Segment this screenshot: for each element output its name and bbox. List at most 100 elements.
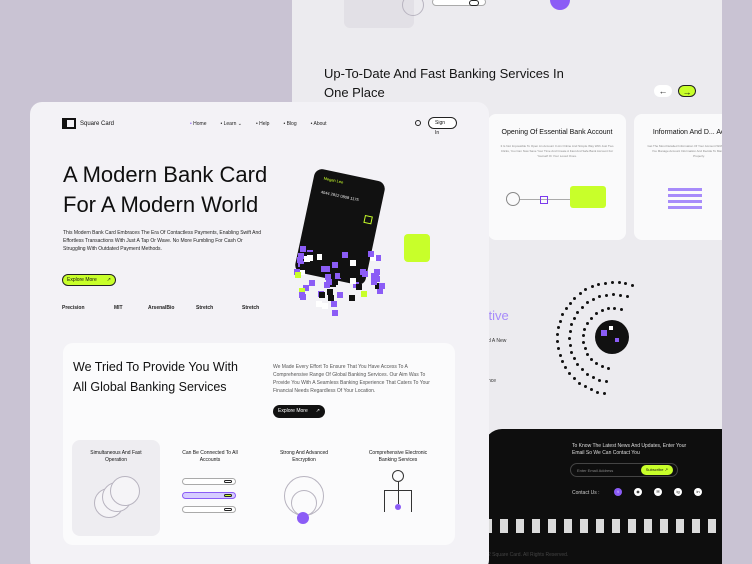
next-arrow-button[interactable]: → (678, 85, 696, 97)
card-holder: Megan Lee (323, 175, 344, 185)
sign-in-button[interactable]: Sign In (428, 117, 457, 136)
pixel-square (339, 272, 346, 279)
pixel-square (349, 277, 356, 284)
orbit-dot (605, 293, 609, 297)
orbit-dot (590, 285, 594, 289)
service-card-text: It Is Not Impossible To Open An Account … (500, 144, 614, 158)
feature-card-encryption: Strong And Advanced Encryption (260, 440, 348, 536)
nav-item-about[interactable]: • About (311, 121, 327, 127)
navbar: Square Card • Home • Learn ⌄ • Help • Bl… (62, 117, 457, 136)
explore-more-button[interactable]: Explore More ↗ (273, 405, 325, 418)
nav-item-blog[interactable]: • Blog (283, 121, 296, 127)
bank-card: Megan Lee 4044 2822 0808 1175 (293, 167, 387, 287)
orbit-dot (617, 281, 621, 285)
nav-item-home[interactable]: • Home (190, 121, 206, 127)
service-card-account: Opening Of Essential Bank Account It Is … (488, 114, 626, 240)
button-label: Explore More (67, 277, 97, 283)
pixel-square (362, 270, 369, 277)
nav-item-learn[interactable]: • Learn ⌄ (220, 121, 242, 127)
service-card-title: Opening Of Essential Bank Account (501, 129, 613, 136)
services-description: We Made Every Effort To Ensure That You … (273, 364, 430, 394)
arrow-icon: ↗ (664, 467, 668, 472)
mail-icon[interactable]: ✉ (654, 488, 662, 496)
brand-logo: Precision (62, 305, 85, 311)
orbit-dot (568, 330, 572, 334)
hero-description: This Modern Bank Card Embraces The Era O… (63, 230, 262, 252)
nav-label: Help (259, 121, 270, 127)
orbit-illustration (547, 278, 707, 408)
pixel-square (298, 253, 305, 260)
pixel-square (358, 251, 365, 258)
orbit-dot (605, 380, 609, 384)
orbit-dot (580, 305, 584, 309)
orbit-dot (603, 392, 607, 396)
orbit-dot (625, 295, 629, 299)
pixel-square (379, 282, 386, 289)
orbit-dot (572, 317, 576, 321)
pixel-square (367, 251, 374, 258)
pixel-square (374, 269, 381, 276)
prev-arrow-button[interactable]: ← (654, 85, 672, 97)
orbit-dot (610, 281, 614, 284)
orbit-dot (568, 301, 572, 305)
account-row (182, 492, 236, 499)
orbit-dot (598, 378, 602, 382)
nav-label: Learn (223, 121, 237, 127)
violet-dot-icon (550, 0, 570, 10)
email-field[interactable]: Enter Email Address Subscribe ↗ (570, 463, 678, 477)
services-section: We Tried To Provide You With All Global … (63, 343, 455, 545)
footer: To Know The Latest News And Updates, Ent… (484, 429, 722, 564)
pixel-square (308, 280, 315, 287)
pixel-square (300, 246, 307, 253)
partner-logos: Precision MIT ArsenalBio Stretch Stretch (62, 305, 302, 315)
node-icon (392, 470, 404, 482)
card-icon (570, 186, 606, 208)
partial-text: nce (488, 378, 497, 384)
service-card-title: Information And D... Accounts (652, 129, 722, 136)
nav-item-help[interactable]: • Help (256, 121, 269, 127)
orbit-dot (618, 293, 622, 297)
orbit-dot (592, 297, 596, 301)
orbit-dot (607, 366, 611, 370)
orbit-dot (612, 293, 615, 296)
pixel-square (338, 246, 345, 253)
telegram-icon[interactable]: t (614, 488, 622, 496)
feature-title: Strong And Advanced Encryption (279, 450, 329, 463)
circle-icon (110, 476, 140, 506)
explore-more-button[interactable]: Explore More ↗ (62, 274, 116, 286)
orbit-dot (603, 281, 607, 285)
pixel-square (321, 266, 328, 273)
pixel-square (328, 294, 335, 301)
pixel-square (331, 309, 338, 316)
pixel-square (336, 292, 343, 299)
pixel-square (371, 278, 378, 285)
pixel-square (318, 292, 325, 299)
orbit-dot (589, 388, 593, 392)
orbit-dot (561, 360, 564, 364)
logo-icon (62, 118, 76, 129)
orbit-dot (592, 376, 596, 380)
orbit-dot (556, 333, 560, 337)
carousel-arrows: ← → (654, 85, 696, 97)
instagram-icon[interactable]: ig (674, 488, 682, 496)
account-row (182, 478, 236, 485)
orbit-dot (597, 283, 601, 287)
pixel-square (331, 262, 338, 269)
subscribe-button[interactable]: Subscribe ↗ (640, 465, 673, 475)
search-icon[interactable] (415, 120, 421, 126)
arrow-icon: ↗ (106, 277, 111, 283)
pixel-square (375, 254, 382, 261)
orbit-dot (564, 366, 568, 370)
discord-icon[interactable]: ◉ (634, 488, 642, 496)
pixel-square (307, 254, 314, 261)
feature-title: Can Be Connected To All Accounts (182, 450, 238, 463)
logo[interactable]: Square Card (62, 118, 114, 129)
orbit-dot (584, 288, 588, 292)
pixel-square (322, 302, 329, 309)
feature-title: Comprehensive Electronic Banking Service… (368, 450, 428, 463)
linkedin-icon[interactable]: in (694, 488, 702, 496)
orbit-dot (586, 321, 590, 325)
orbit-dot (613, 307, 617, 311)
pixel-square (351, 253, 358, 260)
orbit-dot (624, 282, 628, 286)
